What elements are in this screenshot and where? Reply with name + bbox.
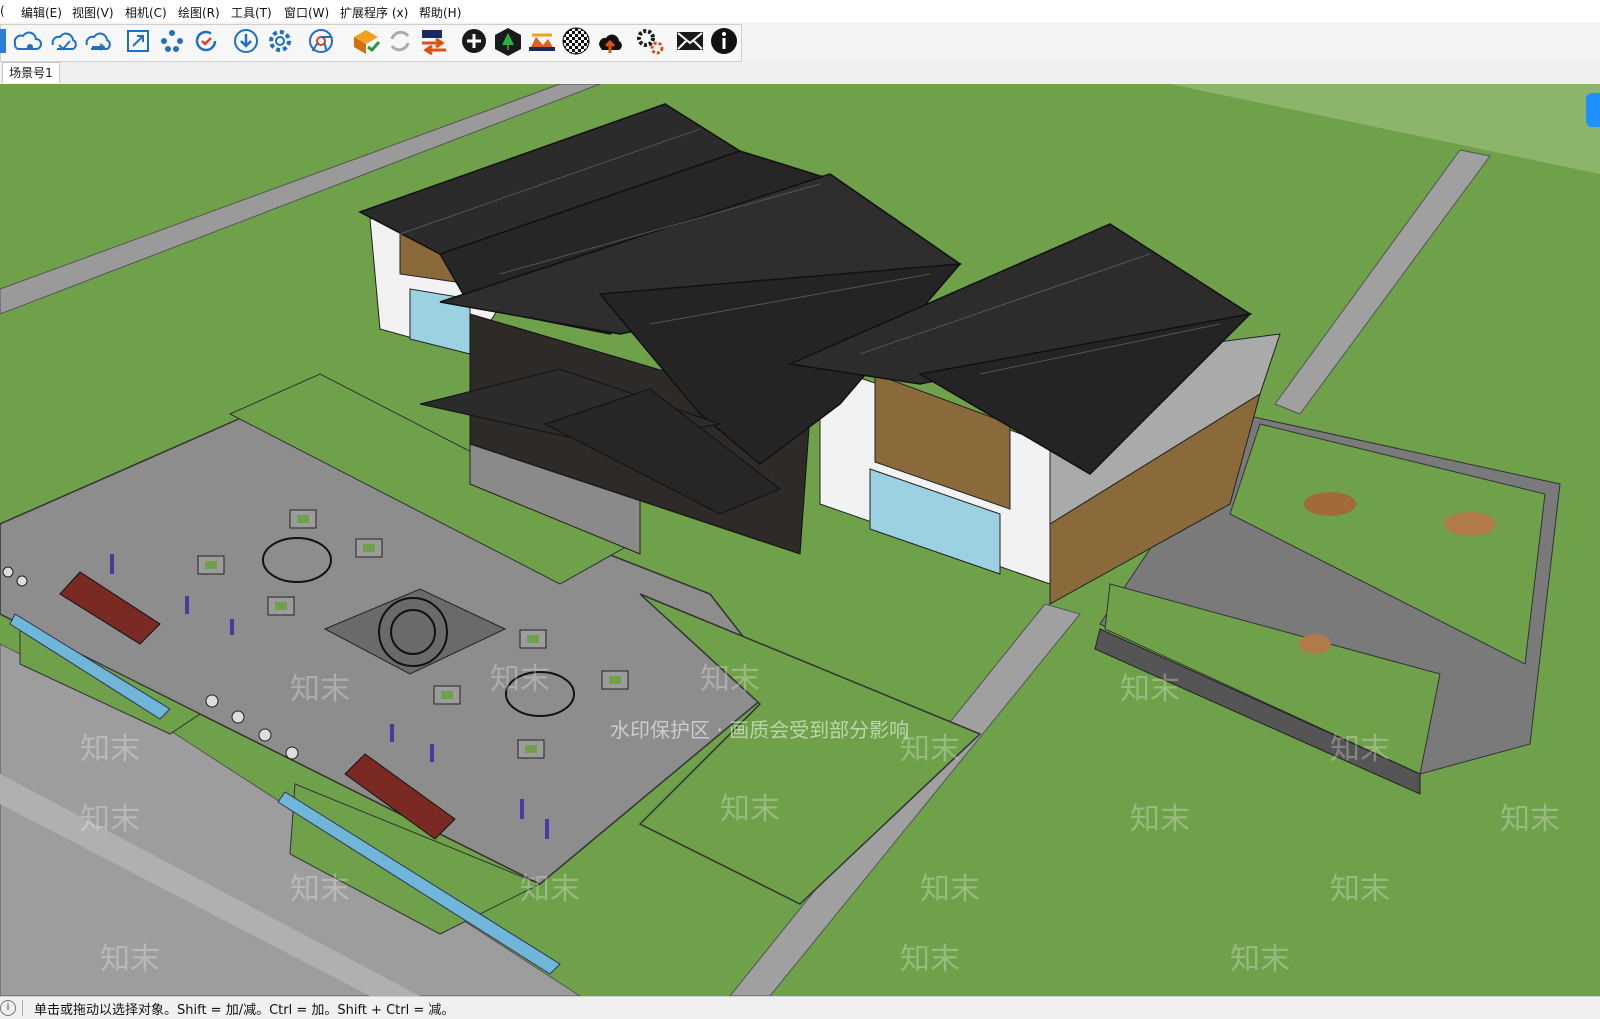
status-divider (22, 1000, 23, 1016)
menu-item-camera[interactable]: 相机(C) (125, 4, 167, 21)
share-nodes-icon[interactable] (156, 25, 188, 57)
toolbar (0, 22, 1600, 63)
cloud-sync-icon[interactable] (82, 25, 114, 57)
menu-item-help[interactable]: 帮助(H) (419, 4, 461, 21)
model-viewport[interactable]: 水印保护区 · 画质会受到部分影响 知末 知末 知末 知末 知末 知末 知末 知… (0, 84, 1600, 996)
status-text: 单击或拖动以选择对象。Shift = 加/减。Ctrl = 加。Shift + … (34, 1003, 455, 1018)
menu-item-draw[interactable]: 绘图(R) (178, 4, 220, 21)
swap-icon[interactable] (418, 25, 450, 57)
menu-item-edit[interactable]: 编辑(E) (21, 4, 62, 21)
cloud-upload-icon[interactable] (594, 25, 626, 57)
scene-tab-bar: 场景号1 (0, 62, 1600, 84)
menu-item-window[interactable]: 窗口(W) (284, 4, 329, 21)
settings-icon[interactable] (264, 25, 296, 57)
side-panel-handle[interactable] (1586, 93, 1600, 127)
zoom-extents-icon[interactable] (122, 25, 154, 57)
reload-icon[interactable] (384, 25, 416, 57)
add-circle-icon[interactable] (458, 25, 490, 57)
gears-icon[interactable] (634, 25, 666, 57)
menu-item-tools[interactable]: 工具(T) (231, 4, 272, 21)
menu-item-file-partial[interactable]: ( (0, 4, 5, 18)
status-bar: i 单击或拖动以选择对象。Shift = 加/减。Ctrl = 加。Shift … (0, 996, 1600, 1019)
terrain-icon[interactable] (526, 25, 558, 57)
scene-drawing (0, 84, 1600, 996)
info-icon[interactable] (708, 25, 740, 57)
cloud-check-icon[interactable] (48, 25, 80, 57)
mail-icon[interactable] (674, 25, 706, 57)
extension-warehouse-icon[interactable] (350, 25, 382, 57)
component-tag-icon[interactable] (10, 25, 42, 57)
watermark-banner: 水印保护区 · 画质会受到部分影响 (610, 718, 910, 742)
menu-bar: ( 编辑(E) 视图(V) 相机(C) 绘图(R) 工具(T) 窗口(W) 扩展… (0, 0, 1600, 22)
download-icon[interactable] (230, 25, 262, 57)
chrome-icon[interactable] (305, 25, 337, 57)
refresh-check-icon[interactable] (190, 25, 222, 57)
info-status-icon[interactable]: i (0, 1000, 16, 1016)
tree-icon[interactable] (492, 25, 524, 57)
scene-tab-1[interactable]: 场景号1 (2, 62, 60, 83)
menu-item-view[interactable]: 视图(V) (72, 4, 114, 21)
menu-item-extensions[interactable]: 扩展程序 (x) (340, 4, 408, 21)
checker-icon[interactable] (560, 25, 592, 57)
